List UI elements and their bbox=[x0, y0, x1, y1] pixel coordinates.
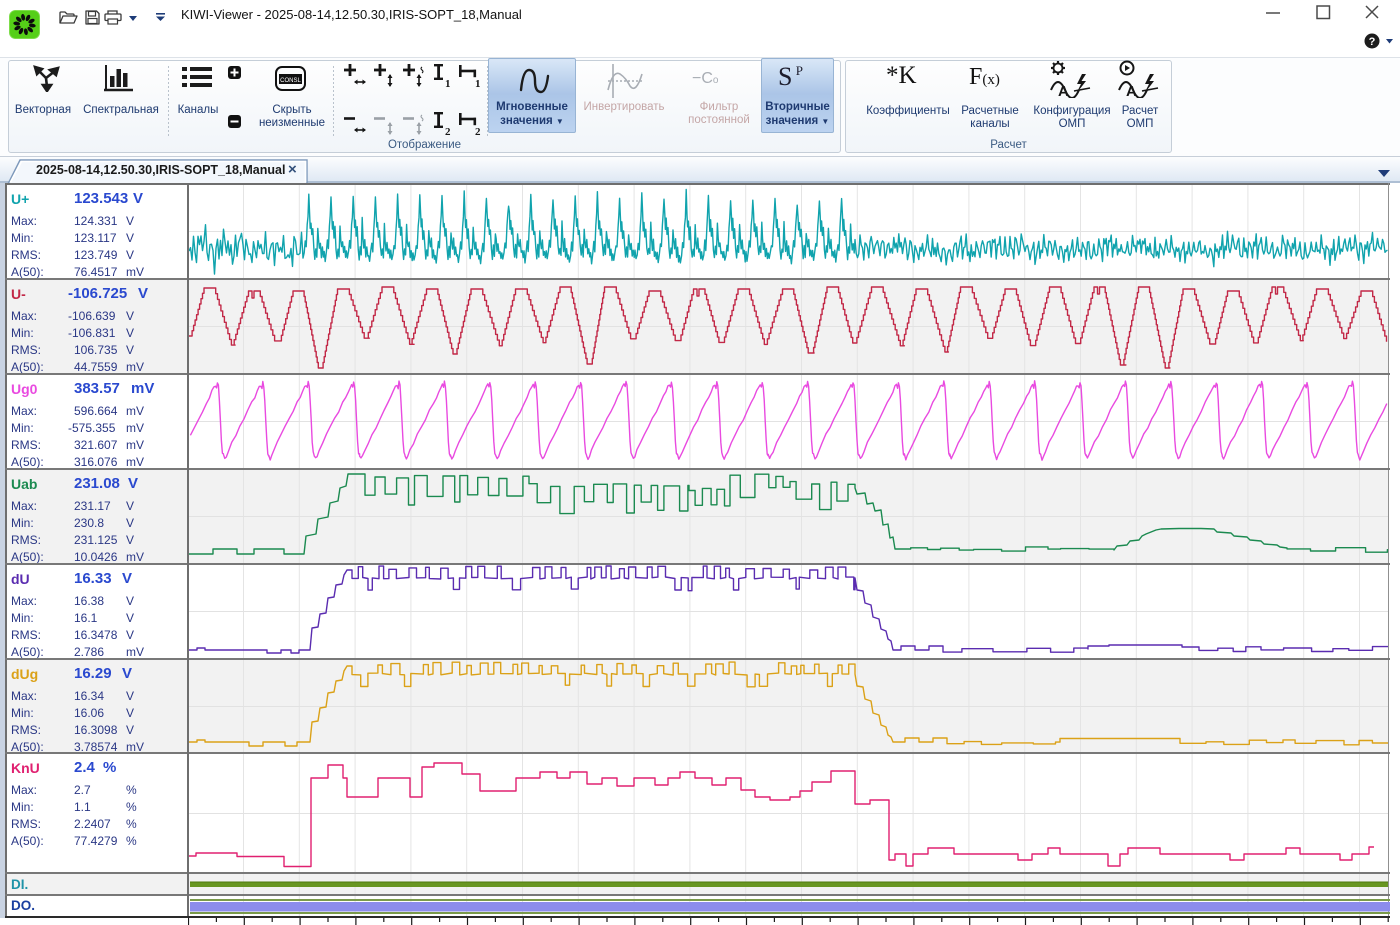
svg-text:2: 2 bbox=[445, 126, 451, 137]
svg-text:1: 1 bbox=[475, 78, 481, 89]
svg-text:2: 2 bbox=[475, 126, 481, 137]
svg-text:A: A bbox=[1058, 83, 1069, 98]
svg-text:CONSL: CONSL bbox=[280, 78, 301, 84]
svg-text:A: A bbox=[1126, 83, 1137, 98]
svg-text:?: ? bbox=[1369, 36, 1376, 48]
svg-text:1: 1 bbox=[445, 78, 451, 89]
